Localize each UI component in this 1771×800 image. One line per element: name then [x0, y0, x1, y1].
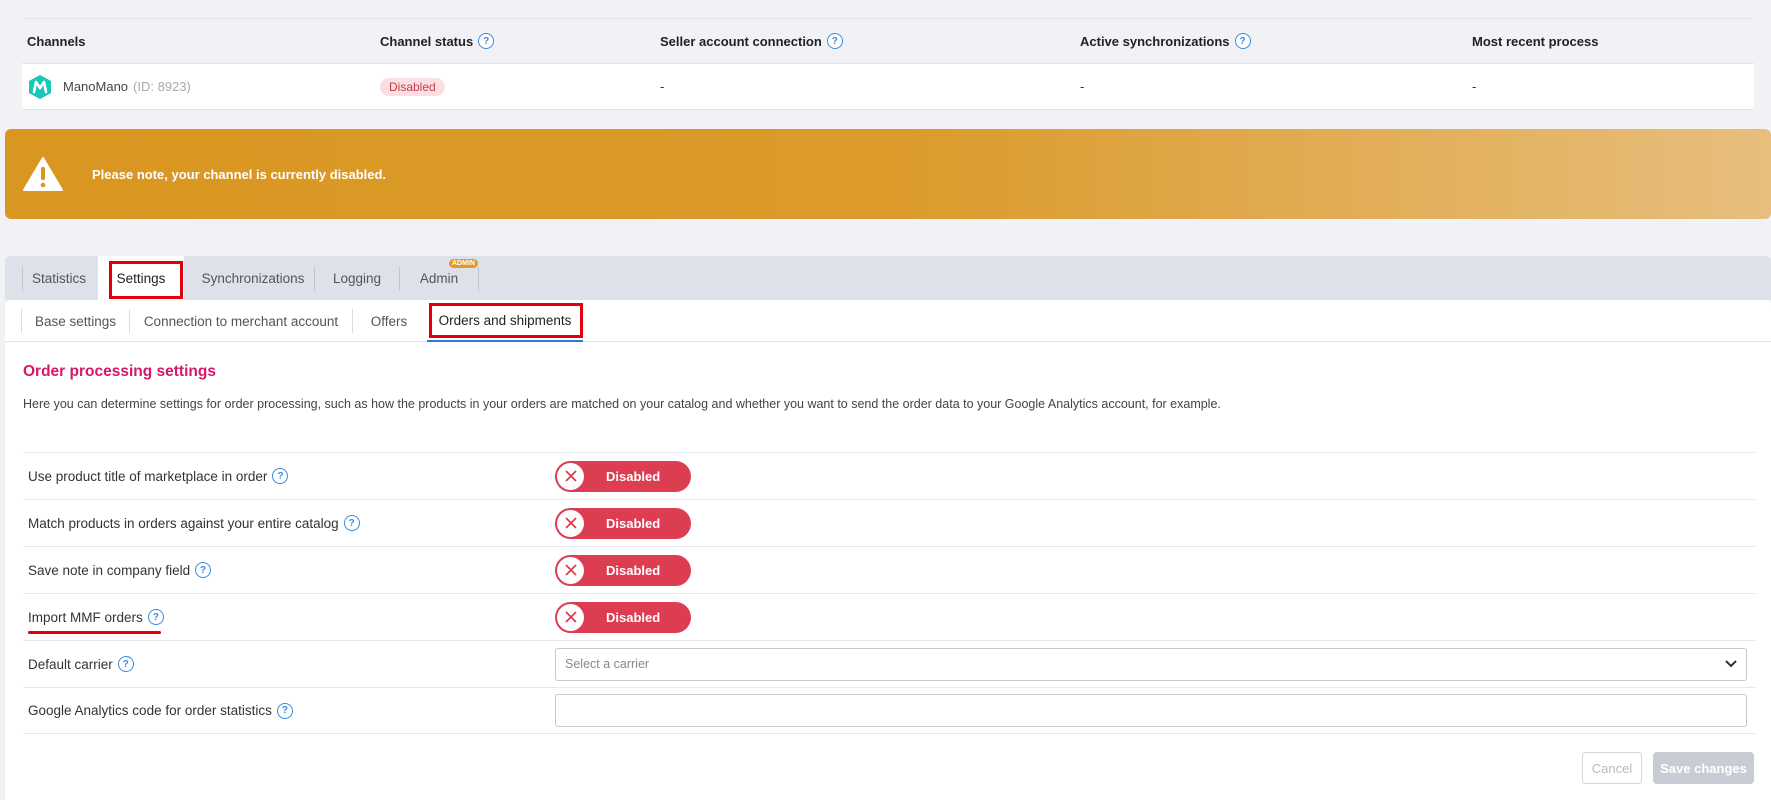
tab-synchronizations[interactable]: Synchronizations [192, 256, 314, 300]
header-most-recent-process: Most recent process [1472, 33, 1599, 49]
setting-row: Match products in orders against your en… [23, 499, 1755, 546]
warning-text: Please note, your channel is currently d… [92, 166, 387, 182]
help-icon[interactable]: ? [195, 562, 212, 578]
sub-tabs: Base settings Connection to merchant acc… [5, 300, 1771, 342]
import-mmf-orders-toggle[interactable]: Disabled [555, 601, 691, 633]
section-description: Here you can determine settings for orde… [23, 397, 1221, 411]
highlight-underline [28, 631, 161, 634]
setting-row: Default carrier? Select a carrier [23, 640, 1755, 687]
help-icon[interactable]: ? [343, 515, 360, 531]
help-icon[interactable]: ? [276, 702, 293, 719]
manomano-logo-icon [27, 74, 53, 100]
setting-label: Match products in orders against your en… [28, 515, 339, 531]
use-product-title-toggle[interactable]: Disabled [555, 460, 691, 492]
setting-row: Google Analytics code for order statisti… [23, 687, 1755, 734]
highlight-box [109, 261, 183, 299]
save-changes-button[interactable]: Save changes [1653, 752, 1754, 784]
subtab-connection-merchant-account[interactable]: Connection to merchant account [130, 300, 352, 342]
setting-label: Use product title of marketplace in orde… [28, 468, 268, 484]
channel-id: (ID: 8923) [133, 79, 191, 94]
most-recent-process-value: - [1472, 79, 1477, 94]
help-icon[interactable]: ? [272, 468, 289, 484]
select-placeholder: Select a carrier [565, 657, 650, 671]
close-icon [557, 603, 584, 631]
table-row[interactable]: ManoMano (ID: 8923) Disabled - - - [22, 64, 1754, 110]
toggle-label: Disabled [606, 562, 661, 578]
subtab-base-settings[interactable]: Base settings [22, 300, 129, 342]
setting-label: Import MMF orders [28, 609, 143, 625]
warning-triangle-icon [22, 156, 64, 192]
save-note-toggle[interactable]: Disabled [555, 554, 691, 586]
header-active-synchronizations: Active synchronizations [1080, 33, 1230, 49]
channel-name[interactable]: ManoMano [63, 79, 128, 94]
main-tabs: Statistics Settings Synchronizations Log… [5, 256, 1771, 300]
subtab-offers[interactable]: Offers [353, 300, 425, 342]
seller-account-connection-value: - [660, 79, 665, 94]
admin-badge: ADMIN [449, 259, 478, 268]
header-seller-account-connection: Seller account connection [660, 33, 822, 49]
setting-label: Google Analytics code for order statisti… [28, 703, 272, 718]
toggle-label: Disabled [606, 515, 661, 531]
tab-statistics[interactable]: Statistics [23, 256, 95, 300]
settings-list: Use product title of marketplace in orde… [23, 452, 1755, 734]
setting-label: Save note in company field [28, 562, 191, 578]
google-analytics-code-input[interactable] [555, 694, 1747, 727]
chevron-down-icon [1725, 657, 1737, 671]
close-icon [557, 556, 584, 584]
help-icon[interactable]: ? [478, 33, 495, 49]
toggle-label: Disabled [606, 609, 661, 625]
cancel-button[interactable]: Cancel [1582, 752, 1642, 784]
section-title: Order processing settings [23, 363, 216, 380]
help-icon[interactable]: ? [117, 656, 134, 672]
tab-logging[interactable]: Logging [315, 256, 399, 300]
settings-panel: Base settings Connection to merchant acc… [5, 300, 1771, 800]
setting-row: Use product title of marketplace in orde… [23, 452, 1755, 499]
channels-table-header: Channels Channel status? Seller account … [22, 18, 1754, 64]
help-icon[interactable]: ? [147, 609, 164, 625]
header-channel-status: Channel status [380, 33, 474, 49]
status-badge: Disabled [380, 77, 445, 96]
channels-table: Channels Channel status? Seller account … [22, 18, 1754, 110]
warning-banner: Please note, your channel is currently d… [5, 129, 1771, 219]
highlight-box [429, 303, 583, 338]
tab-divider [478, 267, 479, 291]
default-carrier-select[interactable]: Select a carrier [555, 647, 1747, 681]
header-channels: Channels [27, 33, 86, 49]
setting-row: Save note in company field? Disabled [23, 546, 1755, 593]
help-icon[interactable]: ? [826, 33, 843, 49]
match-products-toggle[interactable]: Disabled [555, 507, 691, 539]
close-icon [557, 509, 584, 537]
toggle-label: Disabled [606, 468, 661, 484]
close-icon [557, 462, 584, 490]
setting-label: Default carrier [28, 656, 113, 672]
setting-row: Import MMF orders? Disabled [23, 593, 1755, 640]
help-icon[interactable]: ? [1234, 33, 1251, 49]
active-synchronizations-value: - [1080, 79, 1085, 94]
